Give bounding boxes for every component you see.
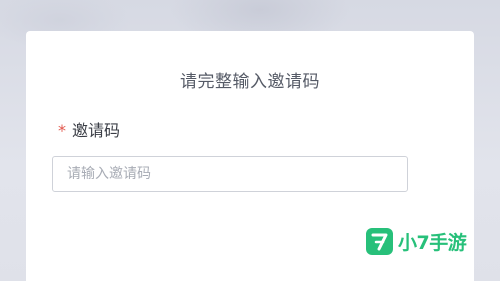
- watermark: 小7手游: [366, 226, 467, 256]
- invite-code-label-text: 邀请码: [72, 121, 121, 140]
- required-mark: *: [58, 121, 66, 140]
- watermark-text: 小7手游: [398, 231, 467, 254]
- seven-logo-icon: [366, 227, 393, 255]
- dialog-title: 请完整输入邀请码: [180, 72, 320, 92]
- invite-code-input[interactable]: [52, 156, 408, 192]
- invite-code-label: * 邀请码: [58, 117, 120, 141]
